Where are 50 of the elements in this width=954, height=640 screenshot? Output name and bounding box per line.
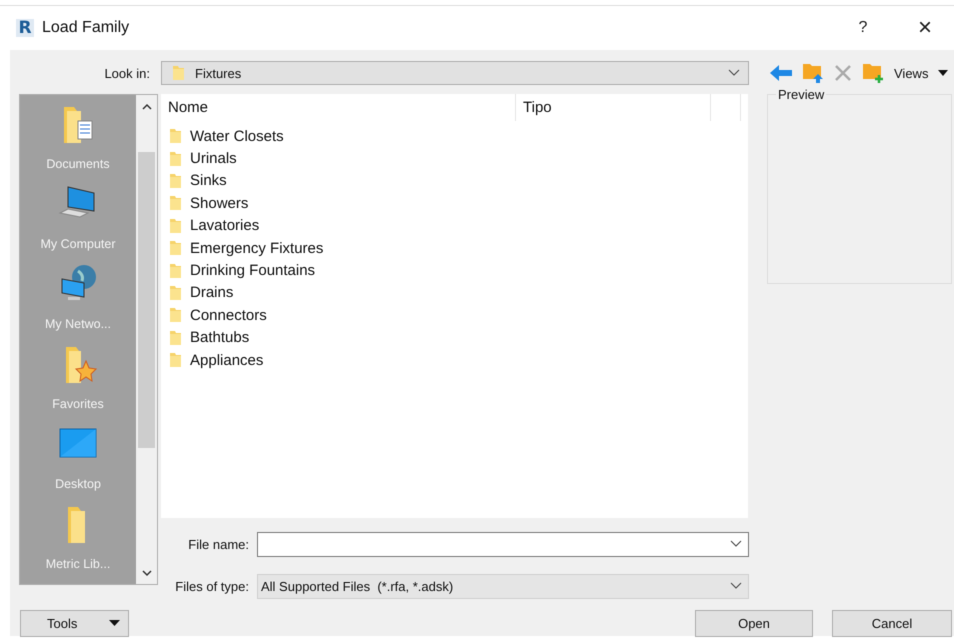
folder-icon (169, 150, 182, 167)
folder-icon (169, 195, 182, 212)
look-in-label: Look in: (104, 66, 150, 80)
help-button[interactable]: ? (848, 19, 878, 37)
folder-icon (172, 65, 185, 81)
folder-name[interactable]: Drinking Fountains (190, 262, 316, 280)
cancel-button[interactable]: Cancel (832, 610, 952, 636)
tools-button[interactable]: Tools (20, 610, 129, 636)
caret-icon (938, 70, 948, 76)
folder-icon (169, 284, 182, 301)
folder-name[interactable]: Sinks (190, 172, 227, 190)
chevron-down-icon (728, 69, 740, 77)
column-header[interactable]: Nome (161, 94, 516, 121)
views-menu-button[interactable]: Views (894, 66, 948, 80)
folder-name[interactable]: Lavatories (190, 217, 260, 234)
open-button[interactable]: Open (695, 610, 813, 636)
folder-icon (169, 218, 182, 234)
folder-name[interactable]: Urinals (190, 150, 237, 168)
app-logo-icon: R (16, 19, 34, 37)
folder-icon (169, 330, 182, 346)
scrollbar[interactable] (136, 95, 157, 584)
close-button[interactable]: × (910, 14, 940, 42)
files-of-type-label: Files of type: (174, 578, 250, 594)
files-of-type-dropdown[interactable]: All Supported Files (*.rfa, *.adsk) (257, 574, 749, 598)
look-in-dropdown[interactable]: Fixtures (161, 61, 749, 85)
caret-icon (109, 620, 120, 626)
back-arrow-icon[interactable] (770, 65, 792, 81)
folder-icon (169, 240, 182, 256)
folder-icon (169, 128, 182, 144)
window-title: Load Family (42, 19, 130, 37)
folder-icon (169, 352, 182, 368)
folder-name[interactable]: Bathtubs (190, 329, 250, 346)
folder-icon (169, 172, 182, 189)
delete-icon[interactable] (834, 64, 852, 82)
file-name-field[interactable] (257, 532, 749, 556)
new-folder-icon[interactable] (862, 62, 884, 84)
folder-icon (169, 262, 182, 279)
folder-up-icon[interactable] (802, 62, 824, 84)
folder-name[interactable]: Emergency Fixtures (190, 240, 324, 257)
column-header[interactable]: Tipo (516, 94, 711, 121)
folder-name[interactable]: Connectors (190, 306, 267, 324)
chevron-down-icon (730, 582, 742, 590)
folder-icon (169, 307, 182, 324)
folder-name[interactable]: Water Closets (190, 128, 284, 145)
folder-name[interactable]: Showers (190, 194, 248, 212)
folder-name[interactable]: Drains (190, 284, 234, 302)
preview-label: Preview (776, 87, 826, 102)
folder-name[interactable]: Appliances (190, 352, 264, 369)
chevron-down-icon (730, 540, 742, 548)
file-name-label: File name: (187, 536, 250, 552)
